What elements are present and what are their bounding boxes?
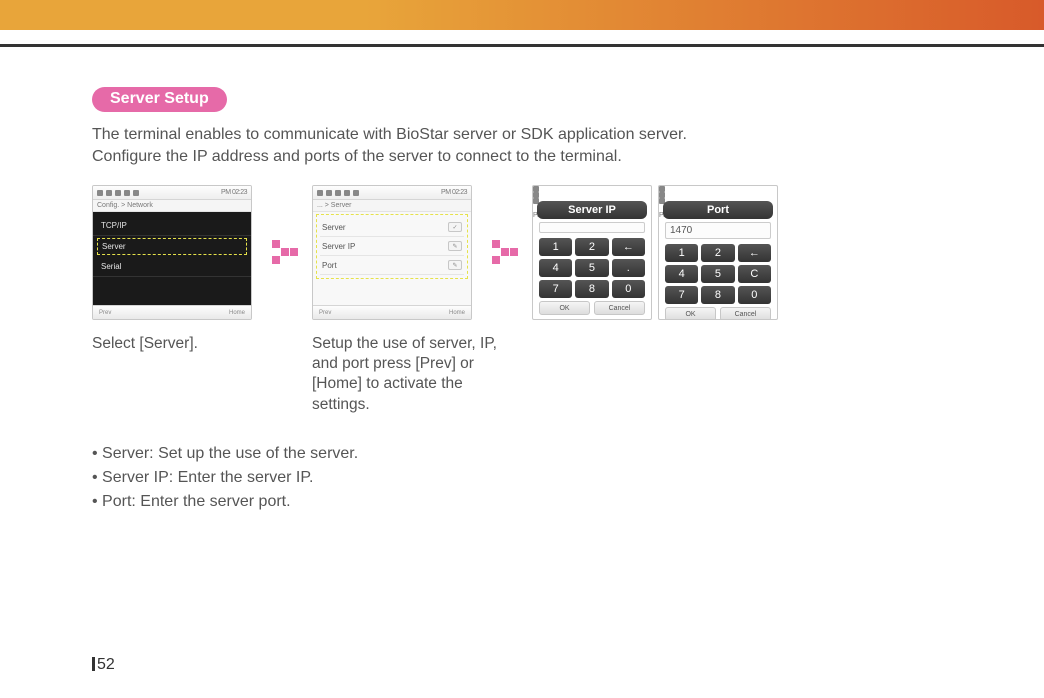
- status-bar: PM 02:23: [659, 186, 777, 198]
- bullet-list: Server: Set up the use of the server. Se…: [92, 445, 952, 511]
- footer-home[interactable]: Home: [229, 310, 245, 316]
- server-toggle-row[interactable]: Server ✓: [320, 218, 464, 237]
- bullet-port: Port: Enter the server port.: [92, 493, 952, 511]
- keypad-buttons: OK Cancel: [659, 307, 777, 320]
- edit-icon[interactable]: ✎: [448, 241, 462, 251]
- server-list: Server ✓ Server IP ✎ Port ✎: [313, 212, 471, 305]
- footer-home[interactable]: Home: [449, 310, 465, 316]
- keypad-port: PM 02:23 Port 1470 1 2 ← 4 5 C 7 8 0 OK: [658, 185, 778, 320]
- menu-list: TCP/IP Server Serial: [93, 212, 251, 305]
- device-screenshot-2: PM 02:23 ... > Server Server ✓ Server IP…: [312, 185, 472, 320]
- page-number-bar: [92, 657, 95, 671]
- key-dot[interactable]: .: [612, 259, 645, 277]
- status-icon: [115, 190, 121, 196]
- status-bar: PM 02:23: [313, 186, 471, 200]
- key-0[interactable]: 0: [738, 286, 771, 304]
- cancel-button[interactable]: Cancel: [594, 301, 645, 315]
- step2-caption: Setup the use of server, IP, and port pr…: [312, 334, 512, 415]
- header-band: [0, 0, 1044, 30]
- intro-line-1: The terminal enables to communicate with…: [92, 126, 687, 143]
- port-row[interactable]: Port ✎: [320, 256, 464, 275]
- key-5[interactable]: 5: [701, 265, 734, 283]
- device-footer: Prev Home: [313, 305, 471, 319]
- arrow-1: [272, 185, 302, 264]
- status-bar: PM 02:23: [533, 186, 651, 198]
- bullet-server: Server: Set up the use of the server.: [92, 445, 952, 463]
- server-ip-row[interactable]: Server IP ✎: [320, 237, 464, 256]
- keypad-title: Server IP: [537, 201, 647, 219]
- ok-button[interactable]: OK: [665, 307, 716, 320]
- ok-button[interactable]: OK: [539, 301, 590, 315]
- step-row: PM 02:23 Config. > Network TCP/IP Server…: [92, 185, 952, 415]
- section-intro: The terminal enables to communicate with…: [92, 124, 952, 167]
- status-bar: PM 02:23: [93, 186, 251, 200]
- device-screenshot-1: PM 02:23 Config. > Network TCP/IP Server…: [92, 185, 252, 320]
- status-icon: [317, 190, 323, 196]
- menu-item-server[interactable]: Server: [97, 238, 247, 255]
- menu-item-serial[interactable]: Serial: [93, 257, 251, 277]
- keypad-buttons: OK Cancel: [533, 301, 651, 319]
- keypad-grid: 1 2 ← 4 5 . 7 8 0: [533, 236, 651, 301]
- key-4[interactable]: 4: [539, 259, 572, 277]
- key-1[interactable]: 1: [539, 238, 572, 256]
- intro-line-2: Configure the IP address and ports of th…: [92, 148, 622, 165]
- section-title-pill: Server Setup: [92, 87, 227, 112]
- key-8[interactable]: 8: [575, 280, 608, 298]
- server-label: Server: [322, 223, 346, 232]
- keypad-pair: PM 02:23 Server IP 1 2 ← 4 5 . 7 8 0 OK: [532, 185, 778, 320]
- keypad-input[interactable]: [539, 222, 645, 233]
- key-0[interactable]: 0: [612, 280, 645, 298]
- key-7[interactable]: 7: [665, 286, 698, 304]
- menu-item-tcpip[interactable]: TCP/IP: [93, 216, 251, 236]
- keypad-grid: 1 2 ← 4 5 C 7 8 0: [659, 242, 777, 307]
- page-content: Server Setup The terminal enables to com…: [0, 47, 1044, 511]
- step1-column: PM 02:23 Config. > Network TCP/IP Server…: [92, 185, 262, 354]
- arrow-2: [492, 185, 522, 264]
- key-back[interactable]: ←: [612, 238, 645, 256]
- step1-caption: Select [Server].: [92, 334, 277, 354]
- status-icon: [97, 190, 103, 196]
- status-icon: [133, 190, 139, 196]
- key-1[interactable]: 1: [665, 244, 698, 262]
- status-icon: [344, 190, 350, 196]
- key-2[interactable]: 2: [701, 244, 734, 262]
- step2-column: PM 02:23 ... > Server Server ✓ Server IP…: [312, 185, 482, 415]
- footer-prev[interactable]: Prev: [99, 310, 111, 316]
- status-icon: [353, 190, 359, 196]
- server-ip-label: Server IP: [322, 242, 355, 251]
- breadcrumb: Config. > Network: [93, 200, 251, 212]
- status-time: PM 02:23: [441, 189, 467, 196]
- status-icon: [335, 190, 341, 196]
- page-number: 52: [92, 656, 115, 674]
- key-back[interactable]: ←: [738, 244, 771, 262]
- key-8[interactable]: 8: [701, 286, 734, 304]
- breadcrumb: ... > Server: [313, 200, 471, 212]
- status-time: PM 02:23: [221, 189, 247, 196]
- key-5[interactable]: 5: [575, 259, 608, 277]
- port-label: Port: [322, 261, 337, 270]
- status-icon: [124, 190, 130, 196]
- bullet-server-ip: Server IP: Enter the server IP.: [92, 469, 952, 487]
- key-c[interactable]: C: [738, 265, 771, 283]
- edit-icon[interactable]: ✎: [448, 260, 462, 270]
- key-2[interactable]: 2: [575, 238, 608, 256]
- key-4[interactable]: 4: [665, 265, 698, 283]
- footer-prev[interactable]: Prev: [319, 310, 331, 316]
- server-item-group: Server ✓ Server IP ✎ Port ✎: [316, 214, 468, 279]
- device-footer: Prev Home: [93, 305, 251, 319]
- toggle-icon[interactable]: ✓: [448, 222, 462, 232]
- keypad-serverip: PM 02:23 Server IP 1 2 ← 4 5 . 7 8 0 OK: [532, 185, 652, 320]
- cancel-button[interactable]: Cancel: [720, 307, 771, 320]
- page-number-value: 52: [97, 656, 115, 673]
- keypad-title: Port: [663, 201, 773, 219]
- status-icon: [106, 190, 112, 196]
- keypad-input[interactable]: 1470: [665, 222, 771, 239]
- key-7[interactable]: 7: [539, 280, 572, 298]
- status-icon: [326, 190, 332, 196]
